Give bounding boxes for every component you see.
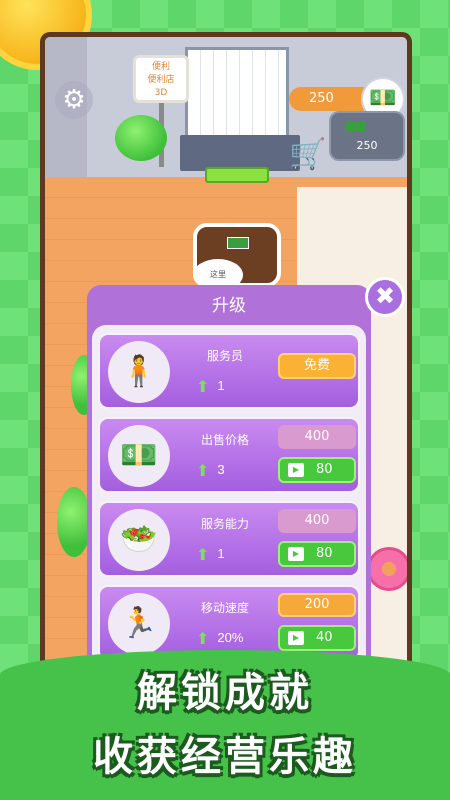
upgrade-list: 🧍 服务员 ⬆ 1 免费 💵 出售价格 ⬆ 3 400 ▶ 80 🥗 服务能力 … [92,325,366,679]
level-up-arrow-icon: ⬆ [196,463,210,480]
game-screen: 便利 便利店 3D 🛒 ⚙ 250 💵 250 这里 升级 ✖ 🧍 服务员 ⬆ … [45,37,407,679]
coin-upgrade-button[interactable]: 400 [278,509,356,533]
promo-banner: 解锁成就 收获经营乐趣 [0,650,450,800]
pad-price: 250 [356,139,378,152]
ad-upgrade-button[interactable]: ▶ 80 [278,457,356,483]
video-ad-icon: ▶ [288,463,304,477]
ad-upgrade-cost: 40 [316,630,333,645]
counter-green-bar [205,167,269,183]
sign-line-1: 便利 [151,62,170,72]
runner-icon: 🏃 [108,593,170,655]
upgrade-card-sell-price: 💵 出售价格 ⬆ 3 400 ▶ 80 [98,417,360,493]
level-up-arrow-icon: ⬆ [196,547,210,564]
unlock-pad[interactable]: 250 [329,111,405,161]
video-ad-icon: ▶ [288,631,304,645]
free-upgrade-button[interactable]: 免费 [278,353,356,379]
coin-upgrade-button[interactable]: 400 [278,425,356,449]
upgrade-level: ⬆ 20% [196,629,276,649]
donut-icon [367,547,407,591]
ad-upgrade-cost: 80 [316,546,333,561]
cash-icon [227,237,249,249]
hint-text: 这里 [210,270,226,279]
ad-upgrade-button[interactable]: ▶ 80 [278,541,356,567]
level-up-arrow-icon: ⬆ [196,631,210,648]
level-up-arrow-icon: ⬆ [196,379,210,396]
ad-upgrade-button[interactable]: ▶ 40 [278,625,356,651]
ad-upgrade-cost: 80 [316,462,333,477]
upgrade-card-service-capacity: 🥗 服务能力 ⬆ 1 400 ▶ 80 [98,501,360,577]
upgrade-level: ⬆ 1 [196,377,276,397]
settings-gear-icon[interactable]: ⚙ [55,81,93,119]
person-icon: 🧍 [108,341,170,403]
upgrade-name: 服务能力 [200,517,249,531]
unlock-price: 250 [309,91,334,106]
level-value: 20% [217,630,244,645]
panel-title: 升级 [212,296,246,315]
level-value: 1 [217,378,225,393]
checkout-counter [180,135,300,171]
shopping-cart-icon: 🛒 [289,137,327,172]
stack-icon: 🥗 [108,509,170,571]
slogan-line-2: 收获经营乐趣 [93,734,357,780]
upgrade-panel: 升级 ✖ 🧍 服务员 ⬆ 1 免费 💵 出售价格 ⬆ 3 400 ▶ 80 🥗 … [87,277,405,679]
upgrade-name: 移动速度 [200,601,249,615]
cash-icon: 💵 [108,425,170,487]
slogan-line-1: 解锁成就 [137,670,313,716]
upgrade-name: 服务员 [206,349,243,363]
bush-decoration [57,487,91,557]
upgrade-name: 出售价格 [200,433,249,447]
level-value: 3 [217,462,225,477]
sign-line-3: 3D [154,88,168,98]
level-value: 1 [217,546,225,561]
upgrade-level: ⬆ 3 [196,461,276,481]
store-sign: 便利 便利店 3D [133,55,189,103]
upgrade-card-waiter: 🧍 服务员 ⬆ 1 免费 [98,333,360,409]
coin-upgrade-button[interactable]: 200 [278,593,356,617]
cash-icon [345,121,365,131]
bush-decoration [115,115,167,161]
game-frame: 便利 便利店 3D 🛒 ⚙ 250 💵 250 这里 升级 ✖ 🧍 服务员 ⬆ … [40,32,412,684]
video-ad-icon: ▶ [288,547,304,561]
close-button[interactable]: ✖ [365,277,405,317]
sign-line-2: 便利店 [147,75,175,85]
upgrade-level: ⬆ 1 [196,545,276,565]
